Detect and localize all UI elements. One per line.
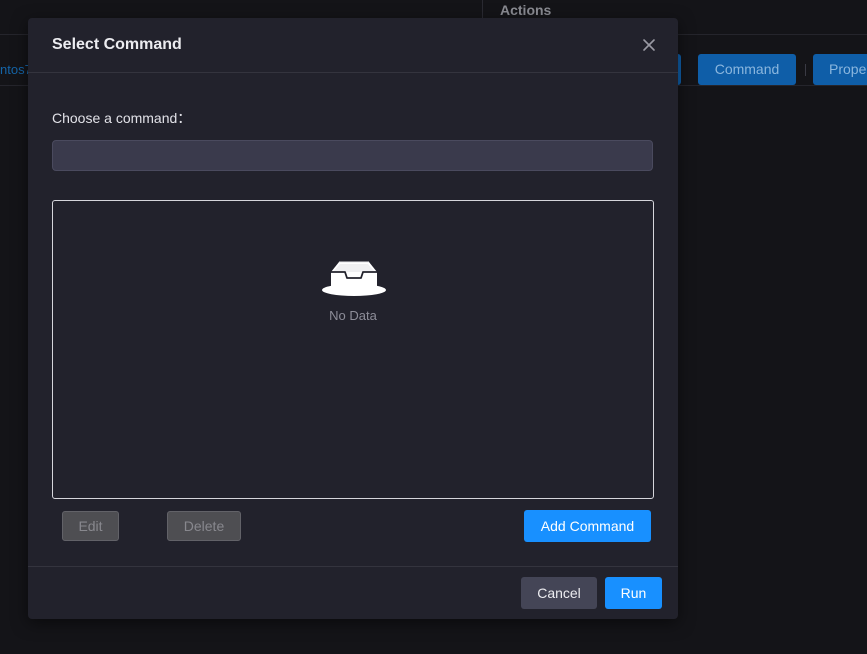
dialog-title: Select Command — [52, 36, 182, 53]
actions-column-header: Actions — [500, 2, 552, 18]
empty-inbox-icon — [321, 256, 387, 300]
button-separator — [805, 64, 806, 76]
edit-button[interactable]: Edit — [62, 511, 119, 541]
close-icon[interactable] — [638, 34, 660, 56]
command-button[interactable]: Command — [698, 54, 796, 85]
dialog-header: Select Command — [28, 18, 678, 73]
properties-button[interactable]: Prope — [813, 54, 867, 85]
cancel-button[interactable]: Cancel — [521, 577, 597, 609]
command-search-input[interactable] — [52, 140, 653, 171]
delete-button[interactable]: Delete — [167, 511, 241, 541]
footer-divider — [28, 566, 678, 567]
empty-state-text: No Data — [329, 308, 377, 323]
command-list: No Data — [52, 200, 654, 499]
select-command-dialog: Select Command Choose a command： No Data… — [28, 18, 678, 619]
add-command-button[interactable]: Add Command — [524, 510, 651, 542]
run-button[interactable]: Run — [605, 577, 662, 609]
choose-command-label: Choose a command： — [52, 110, 192, 126]
